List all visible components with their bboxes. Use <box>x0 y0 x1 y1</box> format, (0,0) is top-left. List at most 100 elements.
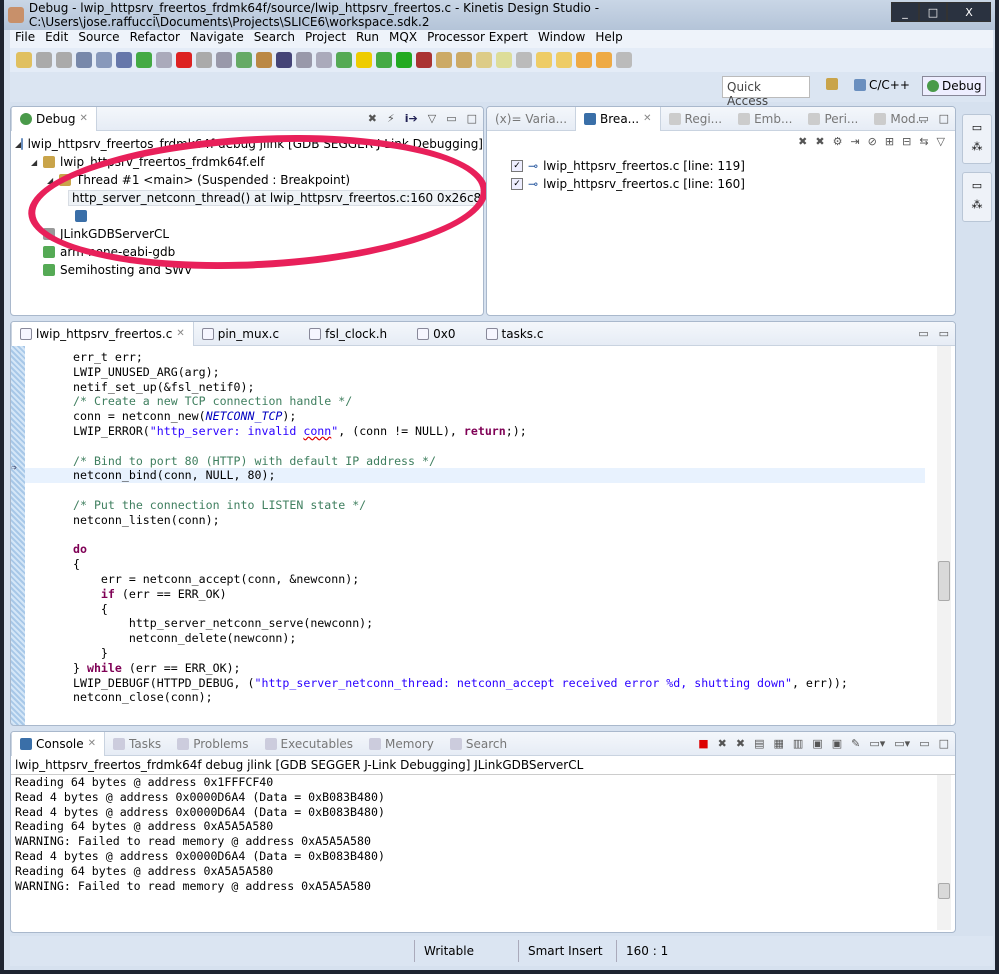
view-icon[interactable]: ⁂ <box>963 140 991 153</box>
close-tab-icon[interactable]: ✕ <box>88 738 96 749</box>
toolbar-button-icon[interactable] <box>296 52 312 68</box>
minimize-view-icon[interactable]: ▭ <box>919 737 929 750</box>
launch-item[interactable]: ◢ lwip_httpsrv_freertos_frdmk64f debug jl… <box>11 135 483 153</box>
minimize-button[interactable]: _ <box>891 2 919 22</box>
minimize-view-icon[interactable]: ▭ <box>446 112 456 125</box>
toolbar-button-icon[interactable] <box>396 52 412 68</box>
breakpoint-checkbox[interactable]: ✓ <box>511 178 523 190</box>
editor-scrollbar[interactable] <box>937 346 951 725</box>
console-scrollbar[interactable] <box>937 775 951 930</box>
show-supported-icon[interactable]: ⚙ <box>833 135 843 148</box>
link-icon[interactable]: ⇆ <box>919 135 928 148</box>
menu-help[interactable]: Help <box>590 30 627 48</box>
toolbar-button-icon[interactable] <box>116 52 132 68</box>
tab-tasks[interactable]: Tasks <box>105 732 169 756</box>
remove-breakpoint-icon[interactable]: ✖ <box>798 135 807 148</box>
breakpoint-item[interactable]: ✓ ⊸ lwip_httpsrv_freertos.c [line: 119] <box>487 157 955 175</box>
toolbar-button-icon[interactable] <box>56 52 72 68</box>
toolbar-button-icon[interactable] <box>376 52 392 68</box>
stack-frame-item[interactable] <box>11 207 483 225</box>
breakpoint-item[interactable]: ✓ ⊸ lwip_httpsrv_freertos.c [line: 160] <box>487 175 955 193</box>
tab-executables[interactable]: Executables <box>257 732 362 756</box>
toolbar-button-icon[interactable] <box>616 52 632 68</box>
tab-registers[interactable]: Regi... <box>661 107 731 131</box>
tab-file[interactable]: pin_mux.c <box>194 322 287 346</box>
tab-breakpoints[interactable]: Brea... ✕ <box>575 107 661 131</box>
toolbar-button-icon[interactable] <box>316 52 332 68</box>
toolbar-button-icon[interactable] <box>196 52 212 68</box>
toolbar-button-icon[interactable] <box>516 52 532 68</box>
toolbar-button-icon[interactable] <box>476 52 492 68</box>
toolbar-button-icon[interactable] <box>216 52 232 68</box>
remove-launch-icon[interactable]: ✖ <box>718 737 727 750</box>
remove-terminated-icon[interactable]: ✖ <box>368 112 377 125</box>
close-tab-icon[interactable]: ✕ <box>176 328 184 339</box>
expand-all-icon[interactable]: ⊞ <box>885 135 894 148</box>
disconnect-icon[interactable]: ⚡ <box>387 112 395 125</box>
instruction-step-icon[interactable]: i➔ <box>405 112 418 125</box>
menu-edit[interactable]: Edit <box>40 30 73 48</box>
toolbar-button-icon[interactable] <box>176 52 192 68</box>
maximize-view-icon[interactable]: □ <box>939 737 949 750</box>
console-output[interactable]: Reading 64 bytes @ address 0x1FFFCF40 Rea… <box>11 775 955 893</box>
scroll-thumb[interactable] <box>938 561 950 601</box>
toolbar-button-icon[interactable] <box>536 52 552 68</box>
scroll-lock-icon[interactable]: ▦ <box>774 737 784 750</box>
menu-window[interactable]: Window <box>533 30 590 48</box>
toolbar-button-icon[interactable] <box>96 52 112 68</box>
maximize-view-icon[interactable]: □ <box>467 112 477 125</box>
toolbar-button-icon[interactable] <box>276 52 292 68</box>
menu-search[interactable]: Search <box>249 30 300 48</box>
menu-processor-expert[interactable]: Processor Expert <box>422 30 533 48</box>
close-tab-icon[interactable]: ✕ <box>643 113 651 124</box>
process-item[interactable]: arm-none-eabi-gdb <box>11 243 483 261</box>
tab-file[interactable]: fsl_clock.h <box>301 322 395 346</box>
restore-icon[interactable]: ▭ <box>963 179 991 192</box>
view-menu-icon[interactable]: ▽ <box>937 135 945 148</box>
stack-frame-item[interactable]: http_server_netconn_thread() at lwip_htt… <box>11 189 483 207</box>
expand-arrow-icon[interactable]: ◢ <box>47 176 59 185</box>
elf-item[interactable]: ◢ lwip_httpsrv_freertos_frdmk64f.elf <box>11 153 483 171</box>
tab-file[interactable]: lwip_httpsrv_freertos.c ✕ <box>11 322 194 346</box>
tab-console[interactable]: Console ✕ <box>11 732 106 756</box>
show-on-error-icon[interactable]: ▣ <box>832 737 842 750</box>
toolbar-button-icon[interactable] <box>256 52 272 68</box>
terminate-icon[interactable]: ■ <box>698 737 708 750</box>
open-console-icon[interactable]: ▭▾ <box>894 737 910 750</box>
display-console-icon[interactable]: ▭▾ <box>869 737 885 750</box>
toolbar-button-icon[interactable] <box>456 52 472 68</box>
process-item[interactable]: Semihosting and SWV <box>11 261 483 279</box>
tab-problems[interactable]: Problems <box>169 732 256 756</box>
remove-all-icon[interactable]: ✖ <box>736 737 745 750</box>
toolbar-button-icon[interactable] <box>496 52 512 68</box>
toolbar-button-icon[interactable] <box>556 52 572 68</box>
toolbar-button-icon[interactable] <box>236 52 252 68</box>
pin-console-icon[interactable]: ✎ <box>851 737 860 750</box>
open-perspective-button[interactable] <box>826 78 838 90</box>
goto-file-icon[interactable]: ⇥ <box>850 135 859 148</box>
menu-source[interactable]: Source <box>73 30 124 48</box>
clear-console-icon[interactable]: ▤ <box>754 737 764 750</box>
tab-file[interactable]: tasks.c <box>478 322 552 346</box>
perspective-cpp[interactable]: C/C++ <box>854 78 910 92</box>
expand-arrow-icon[interactable]: ◢ <box>31 158 43 167</box>
tab-peripherals[interactable]: Peri... <box>800 107 866 131</box>
word-wrap-icon[interactable]: ▥ <box>793 737 803 750</box>
thread-item[interactable]: ◢ Thread #1 <main> (Suspended : Breakpoin… <box>11 171 483 189</box>
view-menu-icon[interactable]: ▽ <box>428 112 436 125</box>
tab-debug[interactable]: Debug ✕ <box>11 107 97 131</box>
tab-variables[interactable]: (x)= Varia... <box>487 107 575 131</box>
toolbar-button-icon[interactable] <box>416 52 432 68</box>
close-tab-icon[interactable]: ✕ <box>79 113 87 124</box>
menu-run[interactable]: Run <box>351 30 384 48</box>
toolbar-button-icon[interactable] <box>436 52 452 68</box>
perspective-debug[interactable]: Debug <box>922 76 987 96</box>
view-icon[interactable]: ⁂ <box>963 198 991 211</box>
maximize-view-icon[interactable]: ▭ <box>939 327 949 340</box>
toolbar-button-icon[interactable] <box>136 52 152 68</box>
minimize-view-icon[interactable]: ▭ <box>918 112 928 125</box>
collapse-all-icon[interactable]: ⊟ <box>902 135 911 148</box>
code-area[interactable]: ➩ err_t err; LWIP_UNUSED_ARG(arg); netif_s… <box>11 346 955 725</box>
toolbar-button-icon[interactable] <box>36 52 52 68</box>
toolbar-button-icon[interactable] <box>336 52 352 68</box>
